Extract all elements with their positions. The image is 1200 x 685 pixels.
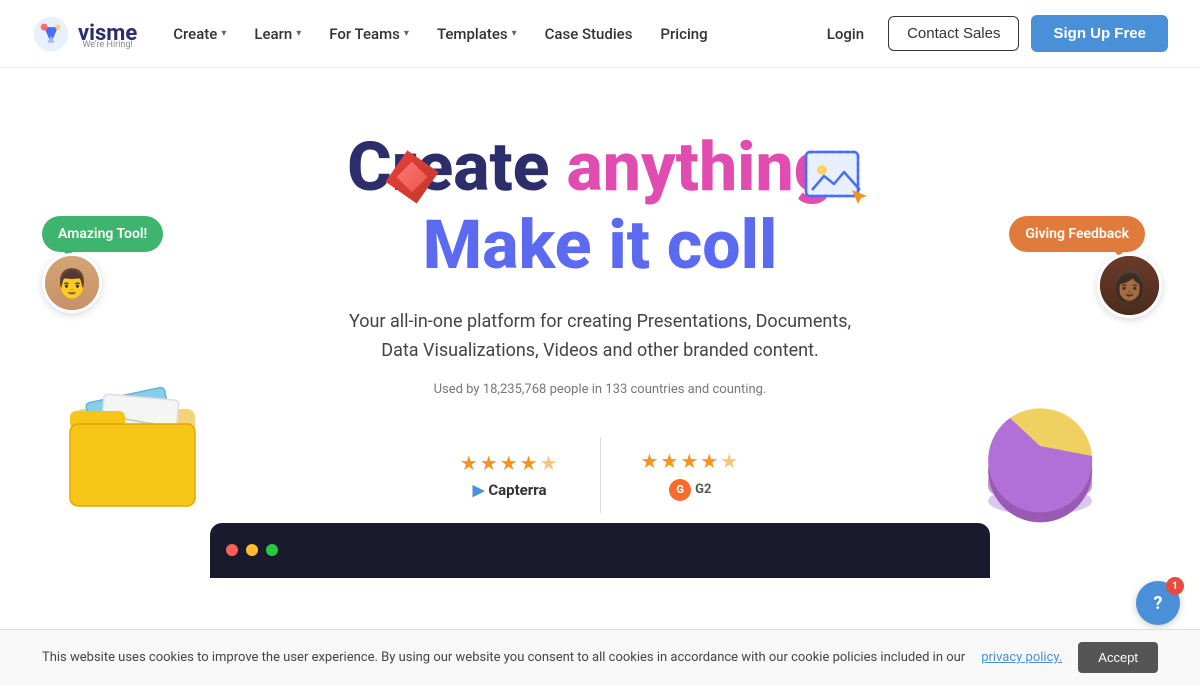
g2-logo: G G2 [669,479,711,501]
logo-link[interactable]: visme We're Hiring! [32,15,137,53]
browser-preview-wrap [20,523,1180,578]
nav-right: Login Contact Sales Sign Up Free [815,15,1168,52]
chevron-down-icon: ▾ [512,28,517,39]
cookie-banner: This website uses cookies to improve the… [0,629,1200,685]
privacy-policy-link[interactable]: privacy policy. [981,650,1062,665]
hero-title: Create anything. Make it coll [20,128,1180,284]
contact-sales-button[interactable]: Contact Sales [888,16,1019,51]
browser-preview [210,523,990,578]
help-button[interactable]: ? 1 [1136,581,1180,625]
hero-subtitle: Your all-in-one platform for creating Pr… [340,308,860,366]
capterra-logo: ▶ Capterra [473,481,547,499]
capterra-stars: ★★★★★ [460,451,560,475]
nav-item-create[interactable]: Create ▾ [161,17,238,51]
browser-dot-red [226,544,238,556]
nav-item-learn[interactable]: Learn ▾ [242,17,313,51]
login-button[interactable]: Login [815,17,876,51]
g2-circle-icon: G [669,479,691,501]
nav-item-pricing[interactable]: Pricing [648,17,719,51]
chevron-down-icon: ▾ [221,28,226,39]
hero-title-line2: Make it coll [20,206,1180,284]
signup-button[interactable]: Sign Up Free [1031,15,1168,52]
ratings-section: ★★★★★ ▶ Capterra ★★★★★ G G2 [20,437,1180,513]
capterra-rating: ★★★★★ ▶ Capterra [420,439,600,511]
hiring-badge: We're Hiring! [78,40,137,50]
help-icon: ? [1154,593,1163,614]
g2-rating: ★★★★★ G G2 [600,437,781,513]
navbar: visme We're Hiring! Create ▾ Learn ▾ For… [0,0,1200,68]
hero-title-line1: Create anything. [20,128,1180,206]
help-badge: 1 [1166,577,1184,595]
accept-cookies-button[interactable]: Accept [1078,642,1158,673]
cookie-text: This website uses cookies to improve the… [42,650,965,665]
chevron-down-icon: ▾ [296,28,301,39]
g2-stars: ★★★★★ [641,449,741,473]
browser-dot-green [266,544,278,556]
nav-item-for-teams[interactable]: For Teams ▾ [317,17,421,51]
browser-dot-yellow [246,544,258,556]
logo-icon [32,15,70,53]
hero-section: Amazing Tool! 👨 Giving Feedback 👩🏾 [0,68,1200,618]
nav-item-case-studies[interactable]: Case Studies [533,17,645,51]
nav-item-templates[interactable]: Templates ▾ [425,17,529,51]
hero-stats: Used by 18,235,768 people in 133 countri… [20,382,1180,397]
nav-left: visme We're Hiring! Create ▾ Learn ▾ For… [32,15,720,53]
chevron-down-icon: ▾ [404,28,409,39]
logo-text-wrap: visme We're Hiring! [78,21,137,46]
